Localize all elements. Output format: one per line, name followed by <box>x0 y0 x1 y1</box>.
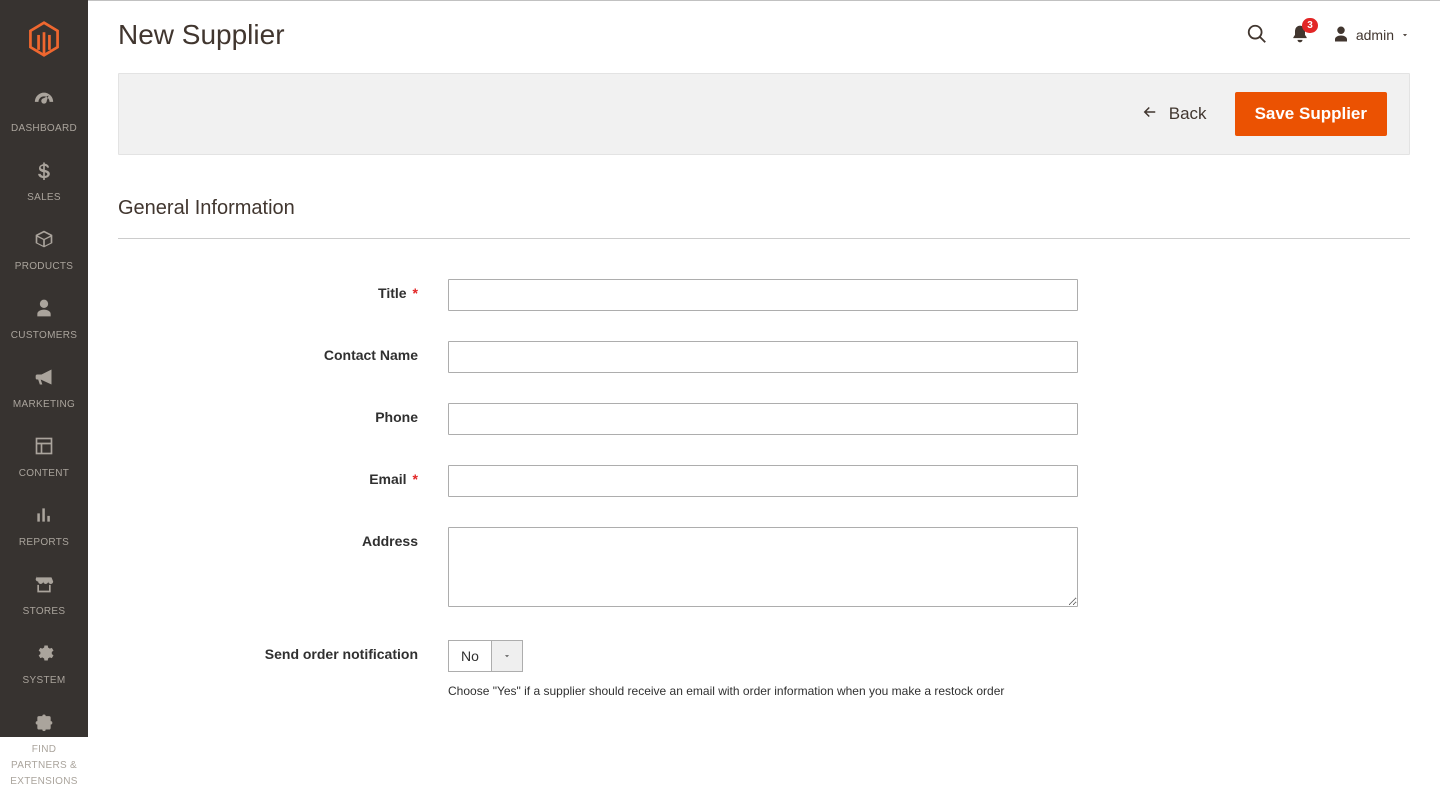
email-input[interactable] <box>448 465 1078 497</box>
sidebar-item-system[interactable]: SYSTEM <box>0 631 88 700</box>
sidebar-item-marketing[interactable]: MARKETING <box>0 355 88 424</box>
sidebar-item-dashboard[interactable]: DASHBOARD <box>0 77 88 148</box>
storefront-icon <box>4 574 84 597</box>
sidebar-item-sales[interactable]: SALES <box>0 148 88 217</box>
back-button[interactable]: Back <box>1141 103 1207 126</box>
sidebar-item-label: MARKETING <box>13 399 75 410</box>
general-information-section: General Information Title* Contact Name … <box>118 197 1410 728</box>
field-row-phone: Phone <box>118 403 1410 435</box>
sidebar-item-label: PRODUCTS <box>15 261 74 272</box>
sidebar-item-label: STORES <box>23 606 66 617</box>
sidebar: DASHBOARD SALES PRODUCTS CUSTOMERS MARKE… <box>0 0 88 737</box>
field-row-title: Title* <box>118 279 1410 311</box>
field-label: Title* <box>118 279 448 301</box>
field-label: Contact Name <box>118 341 448 363</box>
field-label: Phone <box>118 403 448 425</box>
layout-icon <box>4 436 84 459</box>
notification-badge: 3 <box>1302 18 1318 33</box>
puzzle-icon <box>4 712 84 735</box>
gauge-icon <box>4 89 84 114</box>
cube-icon <box>4 229 84 252</box>
sidebar-item-label: SALES <box>27 192 61 203</box>
title-input[interactable] <box>448 279 1078 311</box>
sidebar-item-stores[interactable]: STORES <box>0 562 88 631</box>
page-title: New Supplier <box>118 19 285 51</box>
address-textarea[interactable] <box>448 527 1078 607</box>
required-mark: * <box>413 285 418 301</box>
field-row-send-order-notification: Send order notification No Choose "Yes" … <box>118 640 1410 698</box>
user-icon <box>1332 25 1350 46</box>
notifications-icon[interactable]: 3 <box>1290 24 1310 47</box>
section-title: General Information <box>118 197 1410 239</box>
sidebar-item-products[interactable]: PRODUCTS <box>0 217 88 286</box>
save-supplier-button[interactable]: Save Supplier <box>1235 92 1387 136</box>
dollar-icon <box>4 160 84 183</box>
search-icon[interactable] <box>1246 23 1268 48</box>
admin-label: admin <box>1356 27 1394 43</box>
send-order-notification-select[interactable]: No <box>448 640 523 672</box>
help-text: Choose "Yes" if a supplier should receiv… <box>448 684 1078 698</box>
field-row-contact-name: Contact Name <box>118 341 1410 373</box>
chevron-down-icon <box>1400 27 1410 43</box>
gear-icon <box>4 643 84 666</box>
arrow-left-icon <box>1141 103 1159 126</box>
sidebar-item-label: SYSTEM <box>23 675 66 686</box>
field-label: Email* <box>118 465 448 487</box>
sidebar-item-label: CUSTOMERS <box>11 330 77 341</box>
field-label: Address <box>118 527 448 549</box>
sidebar-item-customers[interactable]: CUSTOMERS <box>0 286 88 355</box>
sidebar-item-label: DASHBOARD <box>11 123 77 134</box>
megaphone-icon <box>4 367 84 390</box>
sidebar-item-label: CONTENT <box>19 468 69 479</box>
phone-input[interactable] <box>448 403 1078 435</box>
magento-logo-icon[interactable] <box>27 20 61 61</box>
main-content: New Supplier 3 admin <box>88 0 1440 737</box>
required-mark: * <box>413 471 418 487</box>
admin-account-dropdown[interactable]: admin <box>1332 25 1410 46</box>
action-bar: Back Save Supplier <box>118 73 1410 155</box>
field-row-address: Address <box>118 527 1410 610</box>
sidebar-item-content[interactable]: CONTENT <box>0 424 88 493</box>
chevron-down-icon <box>491 640 523 672</box>
select-value: No <box>448 640 491 672</box>
sidebar-item-reports[interactable]: REPORTS <box>0 493 88 562</box>
back-label: Back <box>1169 104 1207 124</box>
topbar-actions: 3 admin <box>1246 23 1410 48</box>
bar-chart-icon <box>4 505 84 528</box>
contact-name-input[interactable] <box>448 341 1078 373</box>
field-label: Send order notification <box>118 640 448 662</box>
person-icon <box>4 298 84 321</box>
sidebar-item-partners[interactable]: FIND PARTNERS & EXTENSIONS <box>0 700 88 801</box>
field-row-email: Email* <box>118 465 1410 497</box>
topbar: New Supplier 3 admin <box>88 1 1440 51</box>
sidebar-item-label: FIND PARTNERS & EXTENSIONS <box>10 744 77 787</box>
sidebar-item-label: REPORTS <box>19 537 69 548</box>
